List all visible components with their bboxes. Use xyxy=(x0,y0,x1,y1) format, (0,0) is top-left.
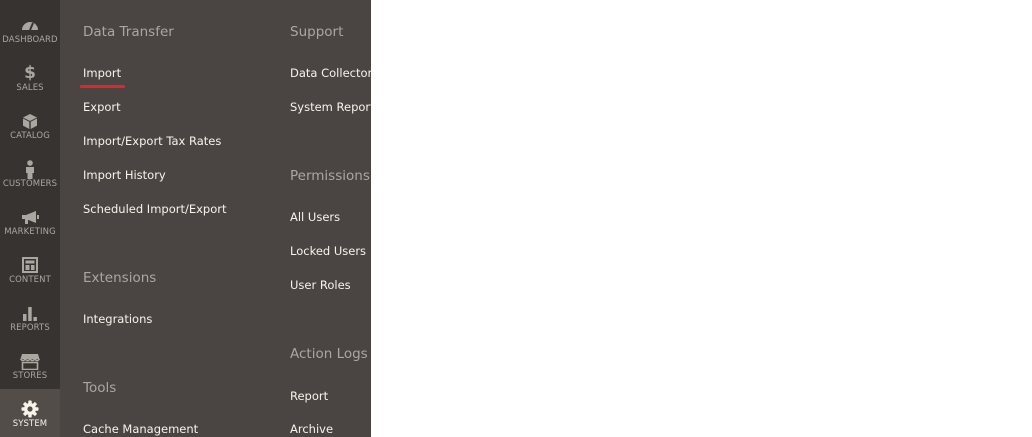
nav-item-catalog[interactable]: CATALOG xyxy=(0,101,60,149)
section-title-tools: Tools xyxy=(83,380,117,396)
menu-link-data-collector[interactable]: Data Collector xyxy=(290,66,372,80)
nav-label-content: CONTENT xyxy=(9,275,51,285)
menu-link-user-roles[interactable]: User Roles xyxy=(290,278,351,292)
nav-label-system: SYSTEM xyxy=(12,419,48,429)
menu-link-locked-users[interactable]: Locked Users xyxy=(290,244,366,258)
nav-label-marketing: MARKETING xyxy=(4,227,56,237)
menu-link-all-users[interactable]: All Users xyxy=(290,210,340,224)
section-title-action-logs: Action Logs xyxy=(290,346,368,362)
nav-item-sales[interactable]: $ SALES xyxy=(0,53,60,101)
nav-label-catalog: CATALOG xyxy=(10,131,50,141)
cube-icon xyxy=(0,111,60,131)
nav-label-sales: SALES xyxy=(16,83,44,93)
menu-link-archive[interactable]: Archive xyxy=(290,422,333,436)
menu-link-cache-management[interactable]: Cache Management xyxy=(83,422,198,436)
nav-item-reports[interactable]: REPORTS xyxy=(0,293,60,341)
nav-item-marketing[interactable]: MARKETING xyxy=(0,197,60,245)
nav-item-content[interactable]: CONTENT xyxy=(0,245,60,293)
nav-item-dashboard[interactable]: DASHBOARD xyxy=(0,5,60,53)
nav-item-customers[interactable]: CUSTOMERS xyxy=(0,149,60,197)
menu-link-integrations[interactable]: Integrations xyxy=(83,312,152,326)
section-title-extensions: Extensions xyxy=(83,270,157,286)
section-title-support: Support xyxy=(290,24,344,40)
nav-label-customers: CUSTOMERS xyxy=(2,179,58,189)
layout-icon xyxy=(0,255,60,275)
main-content-area xyxy=(371,0,1032,437)
section-title-data-transfer: Data Transfer xyxy=(83,24,174,40)
gear-icon xyxy=(0,399,60,419)
menu-link-import[interactable]: Import xyxy=(83,66,121,80)
nav-item-stores[interactable]: STORES xyxy=(0,341,60,389)
bar-chart-icon xyxy=(0,303,60,323)
section-title-permissions: Permissions xyxy=(290,168,370,184)
megaphone-icon xyxy=(0,207,60,227)
menu-link-import-export-tax-rates[interactable]: Import/Export Tax Rates xyxy=(83,134,221,148)
menu-link-import-history[interactable]: Import History xyxy=(83,168,166,182)
dollar-icon: $ xyxy=(24,63,36,83)
active-link-underline xyxy=(80,85,125,88)
menu-link-scheduled-import-export[interactable]: Scheduled Import/Export xyxy=(83,202,227,216)
admin-side-nav: DASHBOARD $ SALES CATALOG CUSTOMERS MARK… xyxy=(0,0,60,437)
menu-link-export[interactable]: Export xyxy=(83,100,121,114)
nav-label-reports: REPORTS xyxy=(10,323,50,333)
storefront-icon xyxy=(0,351,60,371)
menu-link-report[interactable]: Report xyxy=(290,389,328,403)
dashboard-icon xyxy=(0,15,60,35)
nav-label-stores: STORES xyxy=(12,371,48,381)
nav-item-system[interactable]: SYSTEM xyxy=(0,389,60,437)
person-icon xyxy=(0,159,60,179)
menu-link-system-report[interactable]: System Report xyxy=(290,100,375,114)
nav-label-dashboard: DASHBOARD xyxy=(2,35,58,45)
